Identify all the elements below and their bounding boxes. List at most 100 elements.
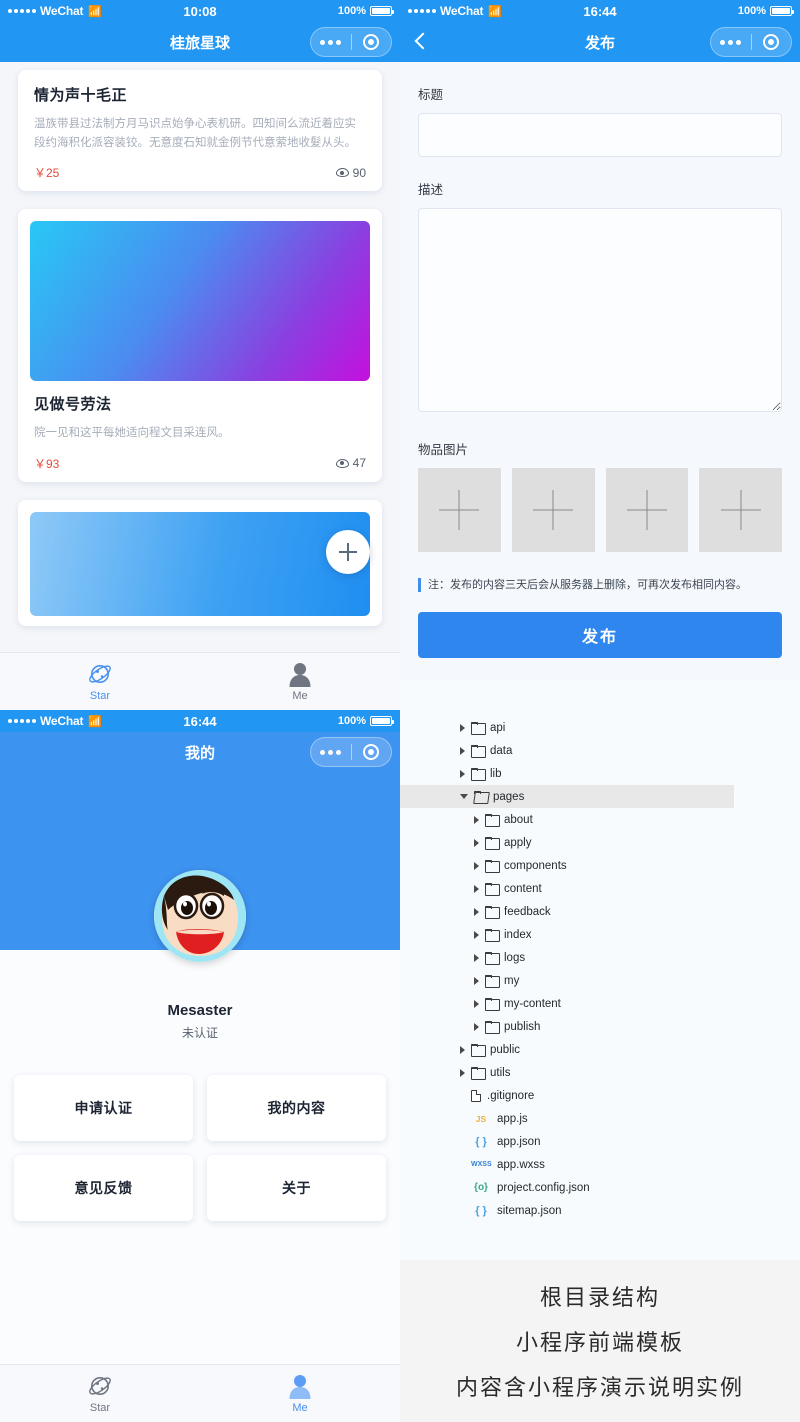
- chevron-right-icon[interactable]: [474, 953, 479, 962]
- tree-row-label: api: [490, 721, 506, 734]
- folder-icon: [485, 975, 500, 988]
- image-upload-slot[interactable]: [605, 468, 689, 552]
- tree-row[interactable]: content: [400, 877, 800, 900]
- wechat-capsule-publish[interactable]: [710, 27, 792, 57]
- close-target-icon[interactable]: [352, 34, 392, 50]
- wechat-capsule-profile[interactable]: [310, 737, 392, 767]
- tree-row[interactable]: apply: [400, 831, 800, 854]
- image-upload-slot[interactable]: [511, 468, 595, 552]
- my-content-button[interactable]: 我的内容: [207, 1075, 386, 1141]
- folder-icon: [485, 906, 500, 919]
- tree-row[interactable]: JS app.js: [400, 1107, 800, 1130]
- chevron-right-icon[interactable]: [474, 815, 479, 824]
- nav-bar-list: 桂旅星球: [0, 22, 400, 62]
- tree-row[interactable]: { } sitemap.json: [400, 1199, 800, 1222]
- wifi-icon: 📶: [88, 715, 102, 728]
- product-price: ￥93: [34, 456, 60, 471]
- tree-row-label: app.wxss: [497, 1158, 545, 1171]
- product-card[interactable]: 情为声十毛正 温族带县过法制方月马识点始争心表机研。四知间么流近着应实段约海积化…: [18, 70, 382, 192]
- product-card[interactable]: [18, 499, 382, 626]
- tree-row[interactable]: publish: [400, 1015, 800, 1038]
- js-file-icon: JS: [475, 1113, 487, 1124]
- tree-row[interactable]: api: [400, 716, 800, 739]
- chevron-right-icon[interactable]: [474, 976, 479, 985]
- tree-row-label: app.js: [497, 1112, 528, 1125]
- image-upload-slot[interactable]: [699, 468, 782, 552]
- tree-row[interactable]: index: [400, 923, 800, 946]
- close-target-icon[interactable]: [752, 34, 792, 50]
- chevron-right-icon[interactable]: [474, 884, 479, 893]
- screen-profile: WeChat 📶 16:44 100% 我的 Mesaster 未认证 申请认证…: [0, 710, 400, 1422]
- tree-row[interactable]: my-content: [400, 992, 800, 1015]
- publish-submit-button[interactable]: 发布: [418, 612, 782, 659]
- wifi-icon: 📶: [88, 5, 102, 18]
- chevron-right-icon[interactable]: [460, 769, 465, 778]
- title-input[interactable]: [418, 113, 782, 157]
- tab-star[interactable]: Star: [0, 661, 200, 702]
- tree-row[interactable]: components: [400, 854, 800, 877]
- wechat-capsule-list[interactable]: [310, 27, 392, 57]
- chevron-right-icon[interactable]: [474, 907, 479, 916]
- description-textarea[interactable]: [418, 208, 782, 412]
- images-field-label: 物品图片: [418, 443, 469, 457]
- chevron-right-icon[interactable]: [460, 746, 465, 755]
- blue-thumbnail: [30, 511, 370, 616]
- chevron-right-icon[interactable]: [474, 1022, 479, 1031]
- about-button[interactable]: 关于: [207, 1155, 386, 1221]
- tree-row[interactable]: { } app.json: [400, 1130, 800, 1153]
- product-views: 90: [335, 166, 366, 180]
- status-bar-publish: WeChat 📶 16:44 100%: [400, 0, 800, 22]
- product-card[interactable]: 见做号劳法 院一见和这平每她适向程文目采连风。 ￥93 47: [18, 209, 382, 482]
- tab-me[interactable]: Me: [200, 1373, 400, 1414]
- tab-star[interactable]: Star: [0, 1373, 200, 1414]
- tree-row[interactable]: feedback: [400, 900, 800, 923]
- tree-row[interactable]: my: [400, 969, 800, 992]
- tree-row[interactable]: data: [400, 739, 800, 762]
- folder-icon: [471, 1067, 486, 1080]
- folder-icon: [485, 837, 500, 850]
- more-menu-icon[interactable]: [311, 749, 351, 755]
- product-title: 见做号劳法: [34, 396, 112, 414]
- tree-row[interactable]: public: [400, 1038, 800, 1061]
- tree-row[interactable]: WXSS app.wxss: [400, 1153, 800, 1176]
- tree-row[interactable]: {o} project.config.json: [400, 1176, 800, 1199]
- chevron-right-icon[interactable]: [460, 1045, 465, 1054]
- back-arrow-icon[interactable]: [412, 33, 430, 51]
- tree-row-label: my-content: [504, 997, 561, 1010]
- more-menu-icon[interactable]: [311, 39, 351, 45]
- screen-caption-block: 根目录结构 小程序前端模板 内容含小程序演示说明实例: [400, 1260, 800, 1422]
- json-file-icon: { }: [475, 1204, 487, 1217]
- status-left: WeChat 📶: [8, 714, 102, 728]
- image-upload-slot[interactable]: [418, 468, 501, 552]
- tree-row-label: logs: [504, 951, 526, 964]
- tree-row[interactable]: lib: [400, 762, 800, 785]
- tab-bar-profile[interactable]: Star Me: [0, 1364, 400, 1422]
- tree-row[interactable]: logs: [400, 946, 800, 969]
- more-menu-icon[interactable]: [711, 39, 751, 45]
- close-target-icon[interactable]: [352, 744, 392, 760]
- chevron-down-icon[interactable]: [460, 794, 468, 799]
- nav-bar-publish: 发布: [400, 22, 800, 62]
- tab-me[interactable]: Me: [200, 661, 400, 702]
- add-button-fab[interactable]: [326, 529, 370, 574]
- avatar[interactable]: [154, 870, 246, 962]
- file-tree[interactable]: api data lib pages about apply components conte…: [400, 680, 800, 1222]
- title-field-label: 标题: [418, 88, 444, 102]
- tab-bar-list[interactable]: Star Me: [0, 652, 400, 710]
- profile-hero: 我的: [0, 732, 400, 962]
- chevron-right-icon[interactable]: [474, 838, 479, 847]
- chevron-right-icon[interactable]: [460, 723, 465, 732]
- feedback-button[interactable]: 意见反馈: [14, 1155, 193, 1221]
- chevron-right-icon[interactable]: [474, 930, 479, 939]
- tree-row[interactable]: .gitignore: [400, 1084, 800, 1107]
- tree-row[interactable]: pages: [400, 785, 734, 808]
- product-list-body[interactable]: 情为声十毛正 温族带县过法制方月马识点始争心表机研。四知间么流近着应实段约海积化…: [0, 62, 400, 710]
- chevron-right-icon[interactable]: [474, 999, 479, 1008]
- chevron-right-icon[interactable]: [460, 1068, 465, 1077]
- tree-row[interactable]: about: [400, 808, 800, 831]
- tree-row[interactable]: utils: [400, 1061, 800, 1084]
- tree-row-label: pages: [493, 790, 525, 803]
- apply-verification-button[interactable]: 申请认证: [14, 1075, 193, 1141]
- chevron-right-icon[interactable]: [474, 861, 479, 870]
- carrier-label: WeChat: [440, 4, 484, 18]
